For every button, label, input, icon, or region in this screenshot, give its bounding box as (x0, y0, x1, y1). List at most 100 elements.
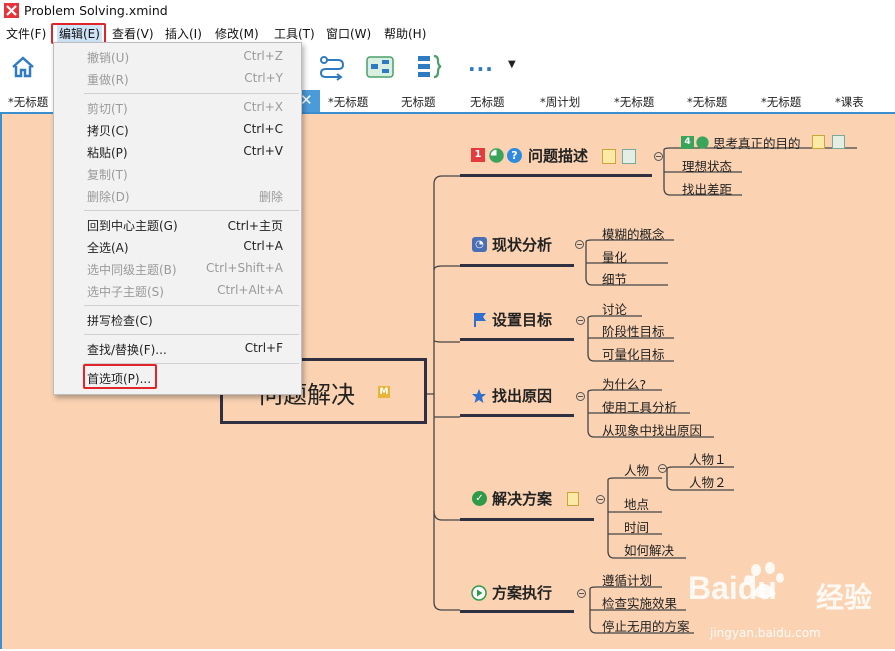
xmind-app-icon (4, 3, 19, 18)
boundary-icon[interactable] (366, 54, 394, 80)
subtopic-phased-goals[interactable]: 阶段性目标 (602, 321, 665, 340)
menu-separator (84, 334, 299, 335)
branch-underline (460, 610, 574, 613)
menu-item-copy[interactable]: 拷贝(C) Ctrl+C (54, 119, 301, 141)
menu-modify[interactable]: 修改(M) (215, 25, 259, 42)
menu-item-paste[interactable]: 粘贴(P) Ctrl+V (54, 141, 301, 163)
menu-window[interactable]: 窗口(W) (326, 25, 371, 42)
branch-underline (460, 518, 594, 521)
tab-untitled-6[interactable]: *无标题 (687, 94, 727, 110)
menu-item-select-all[interactable]: 全选(A) Ctrl+A (54, 236, 301, 258)
note-icon (812, 135, 825, 149)
collapse-toggle-icon[interactable] (658, 464, 667, 473)
subtopic-true-purpose[interactable]: 思考真正的目的 (713, 133, 801, 152)
tab-timetable[interactable]: *课表 (835, 94, 864, 110)
subtopic-time[interactable]: 时间 (624, 517, 649, 536)
menu-item-find-replace[interactable]: 查找/替换(F)... Ctrl+F (54, 338, 301, 360)
watermark-url: jingyan.baidu.com (710, 626, 821, 640)
task-icon (622, 149, 636, 164)
menu-item-cut[interactable]: 剪切(T) Ctrl+X (54, 97, 301, 119)
question-icon: ? (507, 148, 522, 163)
tab-untitled-3[interactable]: 无标题 (401, 94, 436, 110)
collapse-toggle-icon[interactable] (576, 392, 585, 401)
menu-bar: 文件(F) 编辑(E) 查看(V) 插入(I) 修改(M) 工具(T) 窗口(W… (0, 22, 895, 44)
window-title: Problem Solving.xmind (24, 3, 168, 18)
branch-execute-plan[interactable]: 方案执行 (492, 582, 552, 603)
menu-item-delete[interactable]: 删除(D) 删除 (54, 185, 301, 207)
menu-separator (84, 305, 299, 306)
menu-item-go-to-central[interactable]: 回到中心主题(G) Ctrl+主页 (54, 214, 301, 236)
progress-icon (696, 136, 709, 149)
collapse-toggle-icon[interactable] (654, 152, 663, 161)
preferences-highlight (83, 364, 157, 389)
branch-problem-description[interactable]: 问题描述 (528, 145, 588, 166)
menu-item-undo[interactable]: 撤销(U) Ctrl+Z (54, 46, 301, 68)
home-icon[interactable] (10, 54, 36, 80)
branch-status-analysis[interactable]: 现状分析 (492, 234, 552, 255)
subtopic-quantify[interactable]: 量化 (602, 247, 627, 266)
menu-item-select-siblings[interactable]: 选中同级主题(B) Ctrl+Shift+A (54, 258, 301, 280)
title-bar: Problem Solving.xmind (0, 0, 895, 22)
subtopic-people[interactable]: 人物 (624, 460, 649, 479)
subtopic-check-effect[interactable]: 检查实施效果 (602, 593, 677, 612)
chevron-down-icon[interactable]: ▼ (508, 59, 516, 70)
task-icon (832, 135, 845, 149)
subtopic-details[interactable]: 细节 (602, 269, 627, 288)
menu-item-select-children[interactable]: 选中子主题(S) Ctrl+Alt+A (54, 280, 301, 302)
relationship-icon[interactable] (318, 53, 346, 81)
subtopic-discuss[interactable]: 讨论 (602, 299, 627, 318)
menu-file[interactable]: 文件(F) (6, 25, 46, 42)
tab-untitled-4[interactable]: 无标题 (470, 94, 505, 110)
collapse-toggle-icon[interactable] (576, 316, 585, 325)
tab-untitled-5[interactable]: *无标题 (614, 94, 654, 110)
menu-tools[interactable]: 工具(T) (274, 25, 315, 42)
branch-solution[interactable]: 解决方案 (492, 488, 552, 509)
more-tools-button[interactable]: ... (468, 52, 494, 76)
note-icon (567, 492, 579, 506)
subtopic-place[interactable]: 地点 (624, 494, 649, 513)
menu-item-spell-check[interactable]: 拼写检查(C) (54, 309, 301, 331)
subtopic-ideal-state[interactable]: 理想状态 (682, 156, 732, 175)
subtopic-why[interactable]: 为什么? (602, 374, 646, 393)
subtopic-tool-analysis[interactable]: 使用工具分析 (602, 397, 677, 416)
subtopic-follow-plan[interactable]: 遵循计划 (602, 570, 652, 589)
progress-icon (489, 148, 504, 163)
menu-separator (84, 210, 299, 211)
star-icon (472, 389, 486, 403)
menu-help[interactable]: 帮助(H) (384, 25, 426, 42)
menu-view[interactable]: 查看(V) (112, 25, 154, 42)
subtopic-phenomena-causes[interactable]: 从现象中找出原因 (602, 420, 702, 439)
edit-menu-highlight (51, 23, 106, 44)
check-icon: ✓ (472, 491, 487, 506)
branch-underline (460, 174, 652, 177)
subtopic-how-to-solve[interactable]: 如何解决 (624, 540, 674, 559)
priority-1-icon: 1 (471, 148, 485, 162)
branch-underline (460, 414, 574, 417)
collapse-toggle-icon[interactable] (596, 495, 605, 504)
subtopic-quantifiable-goals[interactable]: 可量化目标 (602, 344, 665, 363)
branch-underline (460, 264, 574, 267)
subtopic-person-1[interactable]: 人物１ (689, 449, 727, 468)
paw-icon (744, 562, 784, 598)
branch-set-goals[interactable]: 设置目标 (492, 309, 552, 330)
summary-icon[interactable] (416, 53, 444, 81)
branch-underline (460, 338, 574, 341)
collapse-toggle-icon[interactable] (575, 240, 584, 249)
tab-untitled-7[interactable]: *无标题 (761, 94, 801, 110)
tab-weekly-plan[interactable]: *周计划 (540, 94, 580, 110)
tab-untitled-1[interactable]: *无标题 (8, 94, 48, 110)
subtopic-vague-concept[interactable]: 模糊的概念 (602, 224, 665, 243)
menu-insert[interactable]: 插入(I) (165, 25, 202, 42)
menu-separator (84, 93, 299, 94)
menu-item-redo[interactable]: 重做(R) Ctrl+Y (54, 68, 301, 90)
watermark-cn: 经验 (816, 581, 873, 614)
subtopic-stop-useless[interactable]: 停止无用的方案 (602, 616, 690, 635)
edit-menu-dropdown: 撤销(U) Ctrl+Z 重做(R) Ctrl+Y 剪切(T) Ctrl+X 拷贝(C… (53, 42, 302, 395)
collapse-toggle-icon[interactable] (577, 589, 586, 598)
subtopic-person-2[interactable]: 人物２ (689, 472, 727, 491)
branch-find-causes[interactable]: 找出原因 (492, 385, 552, 406)
flag-icon (474, 313, 486, 327)
tab-untitled-2[interactable]: *无标题 (328, 94, 368, 110)
subtopic-find-gap[interactable]: 找出差距 (682, 179, 732, 198)
menu-item-duplicate[interactable]: 复制(T) (54, 163, 301, 185)
